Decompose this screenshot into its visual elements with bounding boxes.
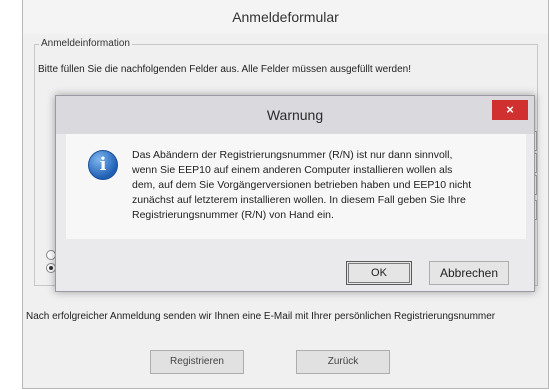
dialog-title: Warnung <box>266 107 324 123</box>
warning-message: Das Abändern der Registrierungsnummer (R… <box>132 149 472 221</box>
cancel-button[interactable]: Abbrechen <box>429 261 509 285</box>
register-button[interactable]: Registrieren <box>150 350 244 374</box>
instruction-text: Bitte füllen Sie die nachfolgenden Felde… <box>38 64 412 75</box>
back-button[interactable]: Zurück <box>296 350 390 374</box>
close-button[interactable]: × <box>492 100 528 120</box>
ok-button[interactable]: OK <box>346 261 412 285</box>
info-icon: i <box>88 150 118 180</box>
close-icon: × <box>506 102 514 117</box>
group-label: Anmeldeinformation <box>39 38 132 49</box>
window-title: Anmeldeformular <box>23 0 548 34</box>
warning-dialog: Warnung × i Das Abändern der Registrieru… <box>55 95 535 292</box>
dialog-body: i Das Abändern der Registrierungsnummer … <box>66 134 526 239</box>
dialog-titlebar: Warnung × <box>56 96 534 134</box>
confirmation-note: Nach erfolgreicher Anmeldung senden wir … <box>26 311 496 322</box>
